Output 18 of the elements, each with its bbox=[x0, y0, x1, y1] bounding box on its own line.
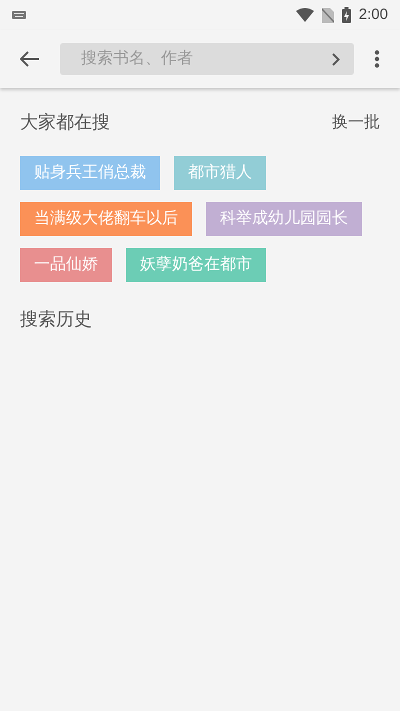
section-title: 大家都在搜 bbox=[20, 111, 110, 134]
back-icon[interactable] bbox=[20, 51, 40, 67]
search-tag[interactable]: 当满级大佬翻车以后 bbox=[20, 202, 192, 236]
keyboard-icon bbox=[12, 11, 26, 19]
search-tag[interactable]: 一品仙娇 bbox=[20, 248, 112, 282]
battery-charging-icon bbox=[342, 7, 351, 23]
refresh-link[interactable]: 换一批 bbox=[332, 110, 380, 134]
status-time: 2:00 bbox=[358, 4, 388, 25]
search-tag[interactable]: 妖孽奶爸在都市 bbox=[126, 248, 266, 282]
search-field[interactable]: 搜索书名、作者 bbox=[60, 43, 354, 75]
search-tag[interactable]: 都市猎人 bbox=[174, 156, 266, 190]
search-tag[interactable]: 科举成幼儿园园长 bbox=[206, 202, 362, 236]
wifi-icon bbox=[296, 8, 314, 22]
section-title: 搜索历史 bbox=[20, 309, 92, 329]
chevron-right-icon[interactable] bbox=[332, 53, 340, 66]
more-menu-icon[interactable] bbox=[374, 50, 380, 68]
no-sim-icon bbox=[322, 8, 334, 22]
search-tag[interactable]: 贴身兵王俏总裁 bbox=[20, 156, 160, 190]
